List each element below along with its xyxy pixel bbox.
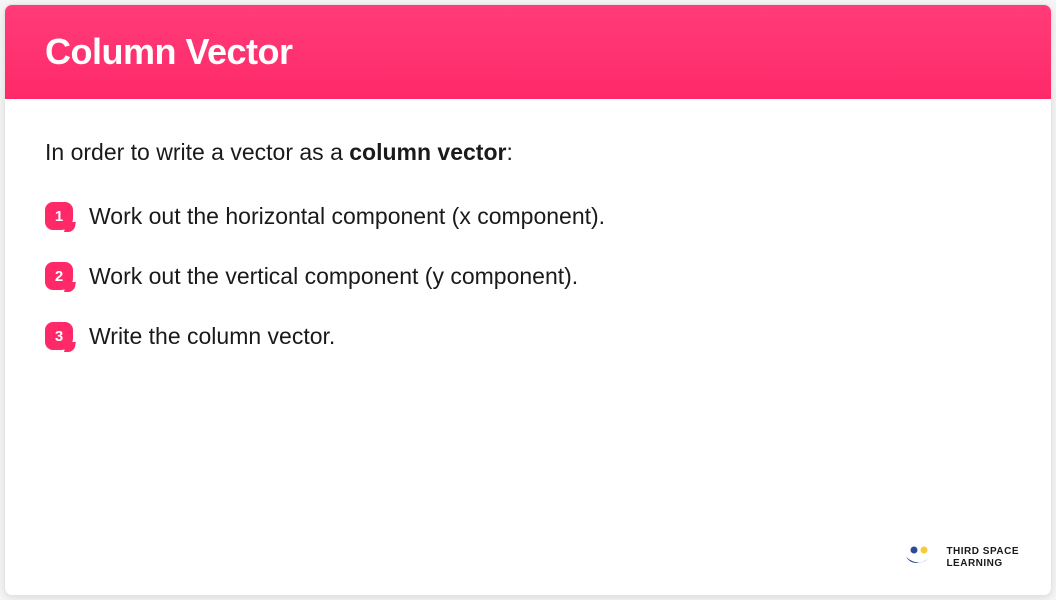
step-text: Work out the horizontal component (x com…	[89, 203, 605, 230]
intro-text: In order to write a vector as a column v…	[45, 139, 1011, 166]
intro-bold: column vector	[349, 139, 506, 165]
logo-icon	[904, 545, 936, 571]
logo-line2: LEARNING	[946, 558, 1019, 570]
list-item: 1 Work out the horizontal component (x c…	[45, 202, 1011, 230]
list-item: 2 Work out the vertical component (y com…	[45, 262, 1011, 290]
intro-prefix: In order to write a vector as a	[45, 139, 349, 165]
intro-suffix: :	[506, 139, 512, 165]
header-bar: Column Vector	[5, 5, 1051, 99]
steps-list: 1 Work out the horizontal component (x c…	[45, 202, 1011, 350]
footer-logo: THIRD SPACE LEARNING	[904, 545, 1019, 571]
logo-text: THIRD SPACE LEARNING	[946, 546, 1019, 570]
step-number-badge: 3	[45, 322, 73, 350]
step-number-badge: 1	[45, 202, 73, 230]
content-area: In order to write a vector as a column v…	[5, 99, 1051, 595]
list-item: 3 Write the column vector.	[45, 322, 1011, 350]
step-number-badge: 2	[45, 262, 73, 290]
page-title: Column Vector	[45, 31, 1011, 73]
card-container: Column Vector In order to write a vector…	[4, 4, 1052, 596]
logo-line1: THIRD SPACE	[946, 546, 1019, 558]
step-text: Write the column vector.	[89, 323, 335, 350]
step-text: Work out the vertical component (y compo…	[89, 263, 578, 290]
